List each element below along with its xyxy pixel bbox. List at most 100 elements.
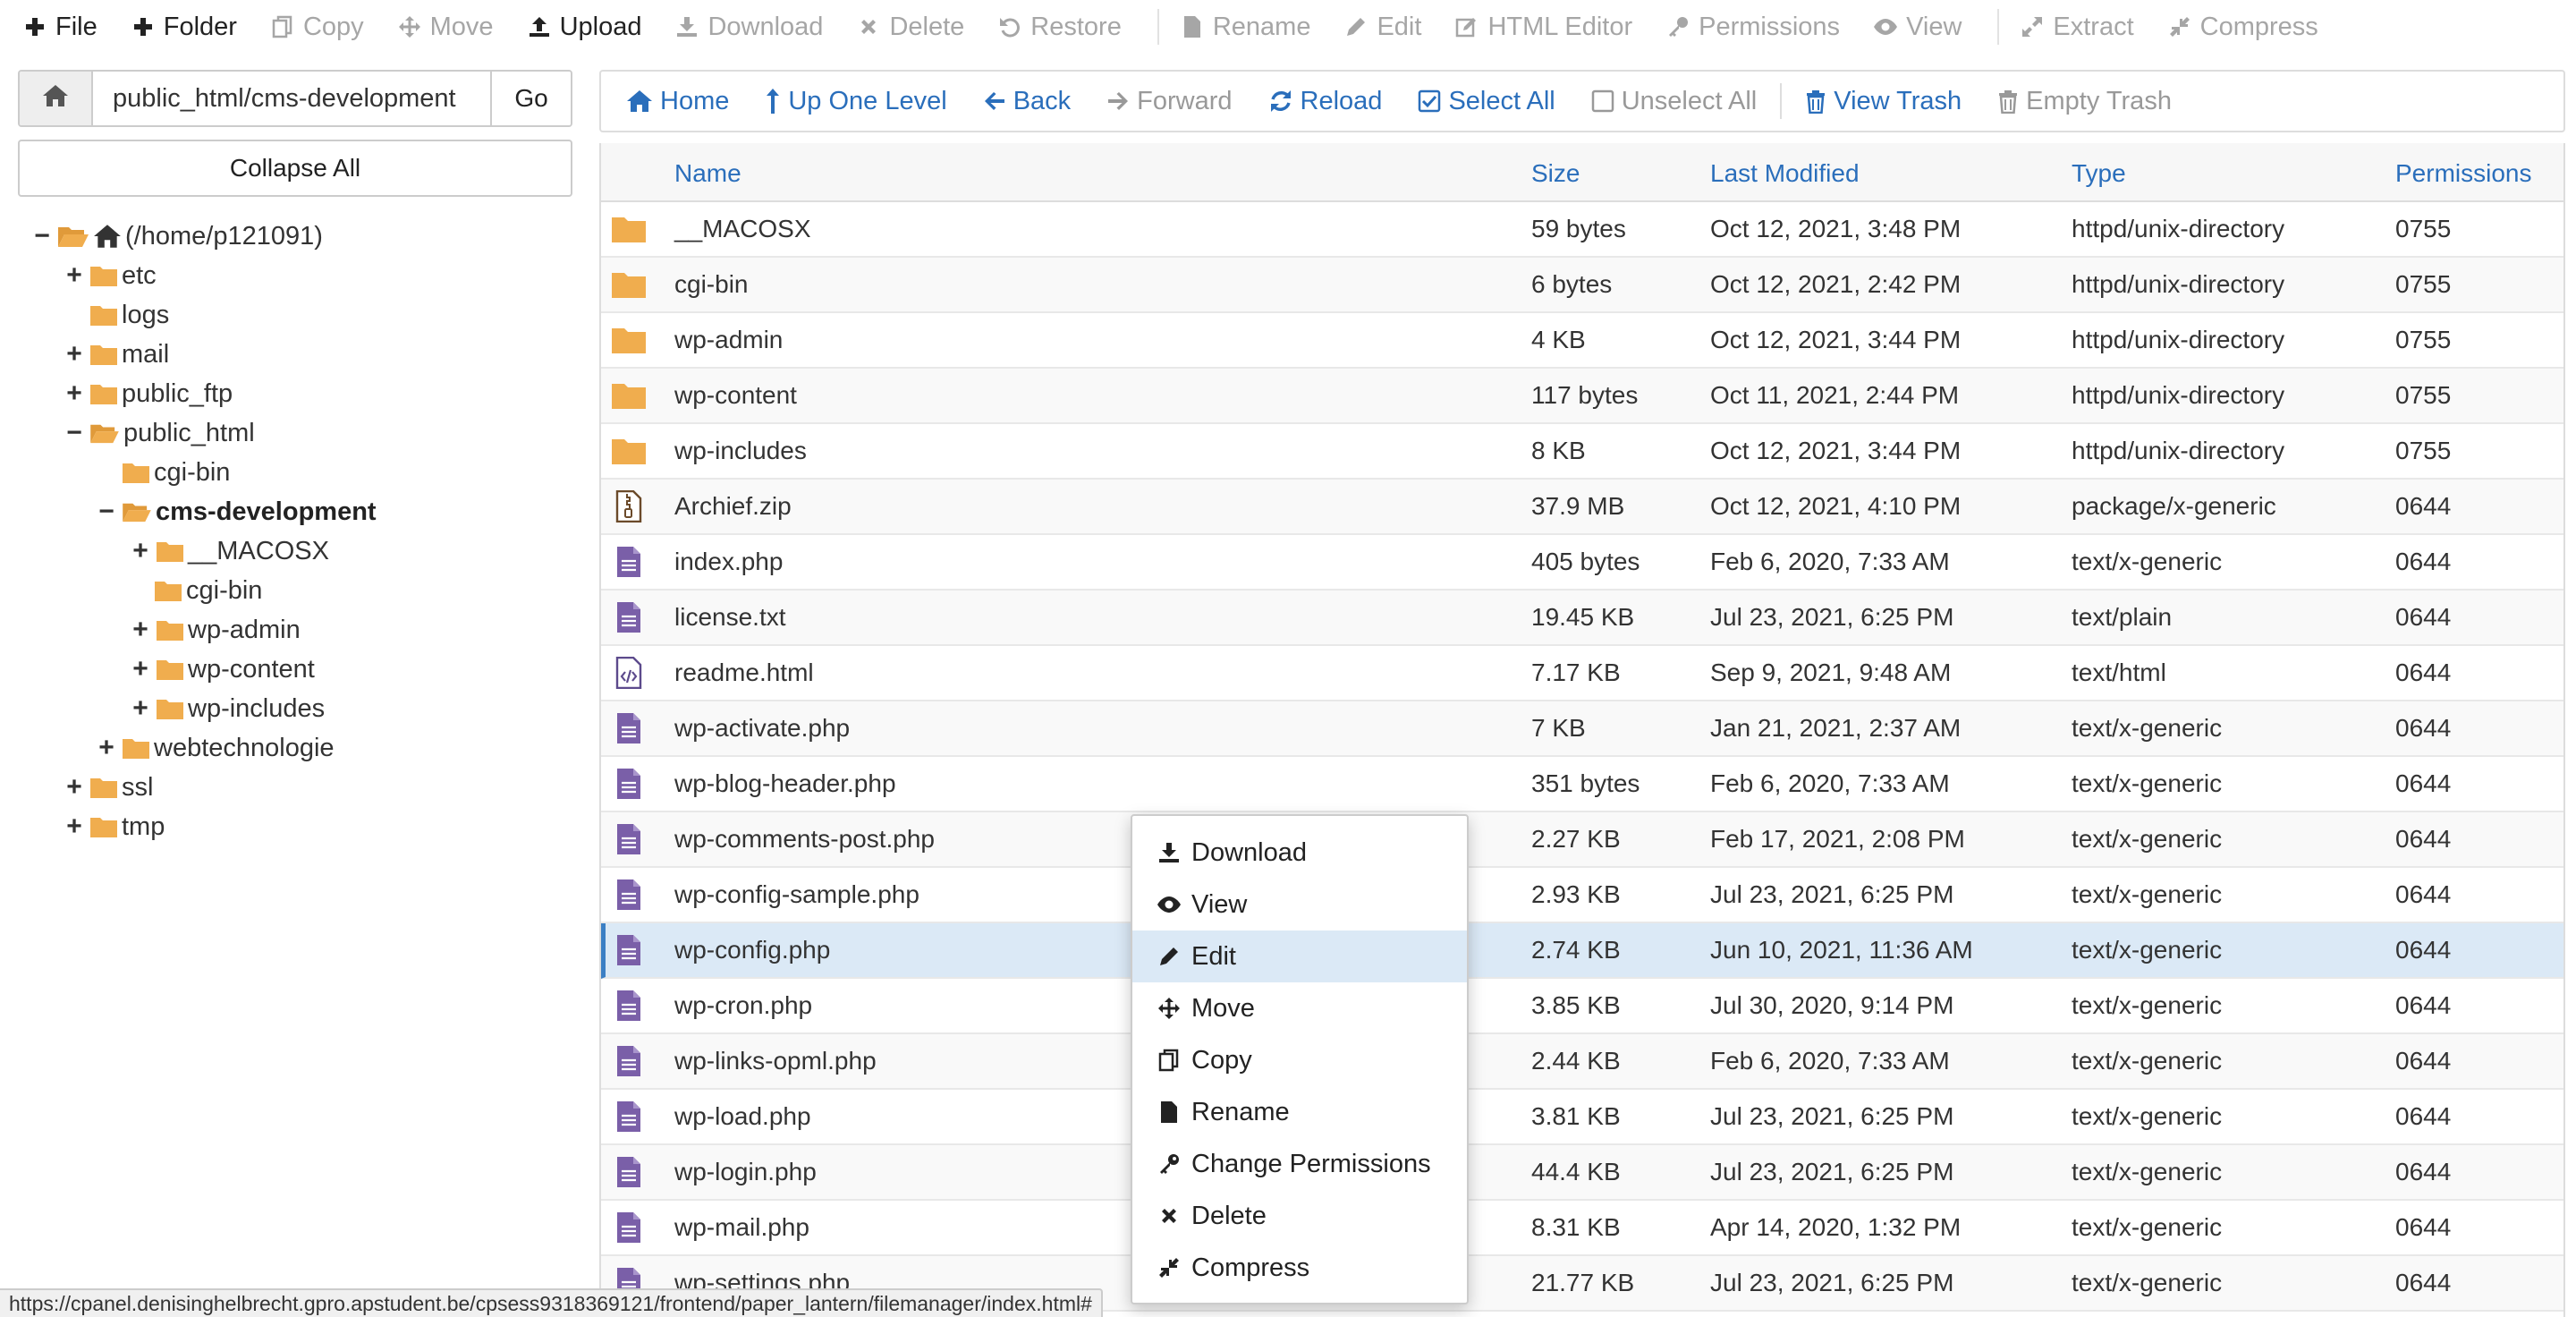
expand-icon[interactable]: + <box>63 772 86 803</box>
context-copy[interactable]: Copy <box>1132 1034 1467 1086</box>
table-row[interactable]: wp-mail.php 8.31 KB Apr 14, 2020, 1:32 PM t… <box>601 1201 2563 1256</box>
permissions-button[interactable]: Permissions <box>1665 0 1856 54</box>
column-header-size[interactable]: Size <box>1531 159 1580 188</box>
download-button[interactable]: Download <box>674 0 839 54</box>
file-name[interactable]: readme.html <box>674 646 814 700</box>
tree-item-tmp[interactable]: + tmp <box>63 807 165 846</box>
table-row[interactable]: license.txt 19.45 KB Jul 23, 2021, 6:25 PM… <box>601 591 2563 646</box>
up-one-level-button[interactable]: Up One Level <box>765 87 947 116</box>
tree-item-cgi-bin-2[interactable]: cgi-bin <box>154 571 262 610</box>
html-editor-button[interactable]: HTML Editor <box>1453 0 1648 54</box>
context-move[interactable]: Move <box>1132 982 1467 1034</box>
tree-item-wp-content[interactable]: + wp-content <box>129 650 315 689</box>
column-header-name[interactable]: Name <box>674 159 741 188</box>
home-button[interactable] <box>20 72 93 125</box>
table-row[interactable]: wp-config.php 2.74 KB Jun 10, 2021, 11:36 … <box>601 923 2563 979</box>
select-all-button[interactable]: Select All <box>1418 87 1555 116</box>
upload-button[interactable]: Upload <box>526 0 658 54</box>
file-name[interactable]: wp-config-sample.php <box>674 868 919 922</box>
go-button[interactable]: Go <box>490 72 571 125</box>
move-button[interactable]: Move <box>396 0 510 54</box>
file-name[interactable]: wp-cron.php <box>674 979 812 1032</box>
extract-button[interactable]: Extract <box>2019 0 2149 54</box>
table-row[interactable]: wp-includes 8 KB Oct 12, 2021, 3:44 PM http… <box>601 424 2563 480</box>
view-trash-button[interactable]: View Trash <box>1805 87 1962 116</box>
view-button[interactable]: View <box>1872 0 1978 54</box>
file-name[interactable]: wp-mail.php <box>674 1201 809 1254</box>
back-button[interactable]: Back <box>983 87 1071 116</box>
tree-item-cgi-bin[interactable]: cgi-bin <box>122 453 230 492</box>
context-edit[interactable]: Edit <box>1132 930 1467 982</box>
column-header-modified[interactable]: Last Modified <box>1710 159 1860 188</box>
path-input[interactable]: public_html/cms-development <box>93 72 490 125</box>
column-header-permissions[interactable]: Permissions <box>2395 159 2531 188</box>
table-row[interactable]: wp-comments-post.php 2.27 KB Feb 17, 2021,… <box>601 812 2563 868</box>
collapse-icon[interactable]: − <box>63 418 86 448</box>
table-row[interactable]: wp-activate.php 7 KB Jan 21, 2021, 2:37 AM… <box>601 701 2563 757</box>
file-name[interactable]: wp-activate.php <box>674 701 850 755</box>
expand-icon[interactable]: + <box>63 260 86 291</box>
context-delete[interactable]: Delete <box>1132 1190 1467 1242</box>
table-row[interactable]: wp-load.php 3.81 KB Jul 23, 2021, 6:25 PM t… <box>601 1090 2563 1145</box>
table-row[interactable]: __MACOSX 59 bytes Oct 12, 2021, 3:48 PM htt… <box>601 202 2563 258</box>
tree-item-macosx[interactable]: + __MACOSX <box>129 531 329 571</box>
tree-item-ssl[interactable]: + ssl <box>63 768 153 807</box>
expand-icon[interactable]: + <box>129 536 152 566</box>
tree-item-etc[interactable]: + etc <box>63 256 156 295</box>
expand-icon[interactable]: + <box>63 378 86 409</box>
table-row[interactable]: wp-content 117 bytes Oct 11, 2021, 2:44 PM… <box>601 369 2563 424</box>
expand-icon[interactable]: + <box>63 339 86 370</box>
table-row[interactable]: wp-blog-header.php 351 bytes Feb 6, 2020, … <box>601 757 2563 812</box>
column-header-type[interactable]: Type <box>2072 159 2126 188</box>
table-row[interactable]: wp-links-opml.php 2.44 KB Feb 6, 2020, 7:3… <box>601 1034 2563 1090</box>
tree-item-public-html[interactable]: − public_html <box>63 413 254 453</box>
reload-button[interactable]: Reload <box>1268 87 1382 116</box>
file-name[interactable]: wp-admin <box>674 313 783 367</box>
tree-item-cms-development[interactable]: − cms-development <box>95 492 376 531</box>
edit-button[interactable]: Edit <box>1343 0 1437 54</box>
file-name[interactable]: wp-links-opml.php <box>674 1034 877 1088</box>
file-name[interactable]: wp-login.php <box>674 1145 817 1199</box>
collapse-all-button[interactable]: Collapse All <box>18 140 572 197</box>
file-name[interactable]: cgi-bin <box>674 258 748 311</box>
file-name[interactable]: wp-content <box>674 369 797 422</box>
tree-root[interactable]: − (/home/p121091) <box>30 217 323 256</box>
file-name[interactable]: __MACOSX <box>674 202 811 256</box>
empty-trash-button[interactable]: Empty Trash <box>1997 87 2172 116</box>
file-name[interactable]: wp-includes <box>674 424 807 478</box>
file-name[interactable]: license.txt <box>674 591 786 644</box>
tree-item-wp-admin[interactable]: + wp-admin <box>129 610 300 650</box>
file-name[interactable]: wp-comments-post.php <box>674 812 935 866</box>
unselect-all-button[interactable]: Unselect All <box>1591 87 1757 116</box>
table-row[interactable]: readme.html 7.17 KB Sep 9, 2021, 9:48 AM te… <box>601 646 2563 701</box>
home-nav-button[interactable]: Home <box>626 87 729 116</box>
table-row[interactable]: Archief.zip 37.9 MB Oct 12, 2021, 4:10 PM p… <box>601 480 2563 535</box>
delete-button[interactable]: Delete <box>855 0 980 54</box>
collapse-icon[interactable]: − <box>95 497 118 527</box>
file-name[interactable]: wp-config.php <box>674 923 830 977</box>
new-folder-button[interactable]: Folder <box>130 0 253 54</box>
new-file-button[interactable]: File <box>21 0 114 54</box>
table-row[interactable]: wp-admin 4 KB Oct 12, 2021, 3:44 PM httpd/u… <box>601 313 2563 369</box>
expand-icon[interactable]: + <box>95 733 118 763</box>
rename-button[interactable]: Rename <box>1179 0 1327 54</box>
file-name[interactable]: wp-blog-header.php <box>674 757 896 811</box>
expand-icon[interactable]: + <box>129 693 152 724</box>
copy-button[interactable]: Copy <box>269 0 380 54</box>
expand-icon[interactable]: + <box>129 615 152 645</box>
restore-button[interactable]: Restore <box>996 0 1138 54</box>
tree-item-public-ftp[interactable]: + public_ftp <box>63 374 233 413</box>
tree-item-webtechnologie[interactable]: + webtechnologie <box>95 728 334 768</box>
tree-item-logs[interactable]: logs <box>89 295 169 335</box>
context-download[interactable]: Download <box>1132 827 1467 879</box>
file-name[interactable]: wp-load.php <box>674 1090 811 1143</box>
table-row[interactable]: wp-config-sample.php 2.93 KB Jul 23, 2021,… <box>601 868 2563 923</box>
table-row[interactable]: wp-cron.php 3.85 KB Jul 30, 2020, 9:14 PM t… <box>601 979 2563 1034</box>
file-name[interactable]: index.php <box>674 535 783 589</box>
tree-item-mail[interactable]: + mail <box>63 335 169 374</box>
table-row[interactable]: wp-login.php 44.4 KB Jul 23, 2021, 6:25 PM… <box>601 1145 2563 1201</box>
tree-item-wp-includes[interactable]: + wp-includes <box>129 689 325 728</box>
context-change-permissions[interactable]: Change Permissions <box>1132 1138 1467 1190</box>
table-row[interactable]: index.php 405 bytes Feb 6, 2020, 7:33 AM te… <box>601 535 2563 591</box>
context-view[interactable]: View <box>1132 879 1467 930</box>
